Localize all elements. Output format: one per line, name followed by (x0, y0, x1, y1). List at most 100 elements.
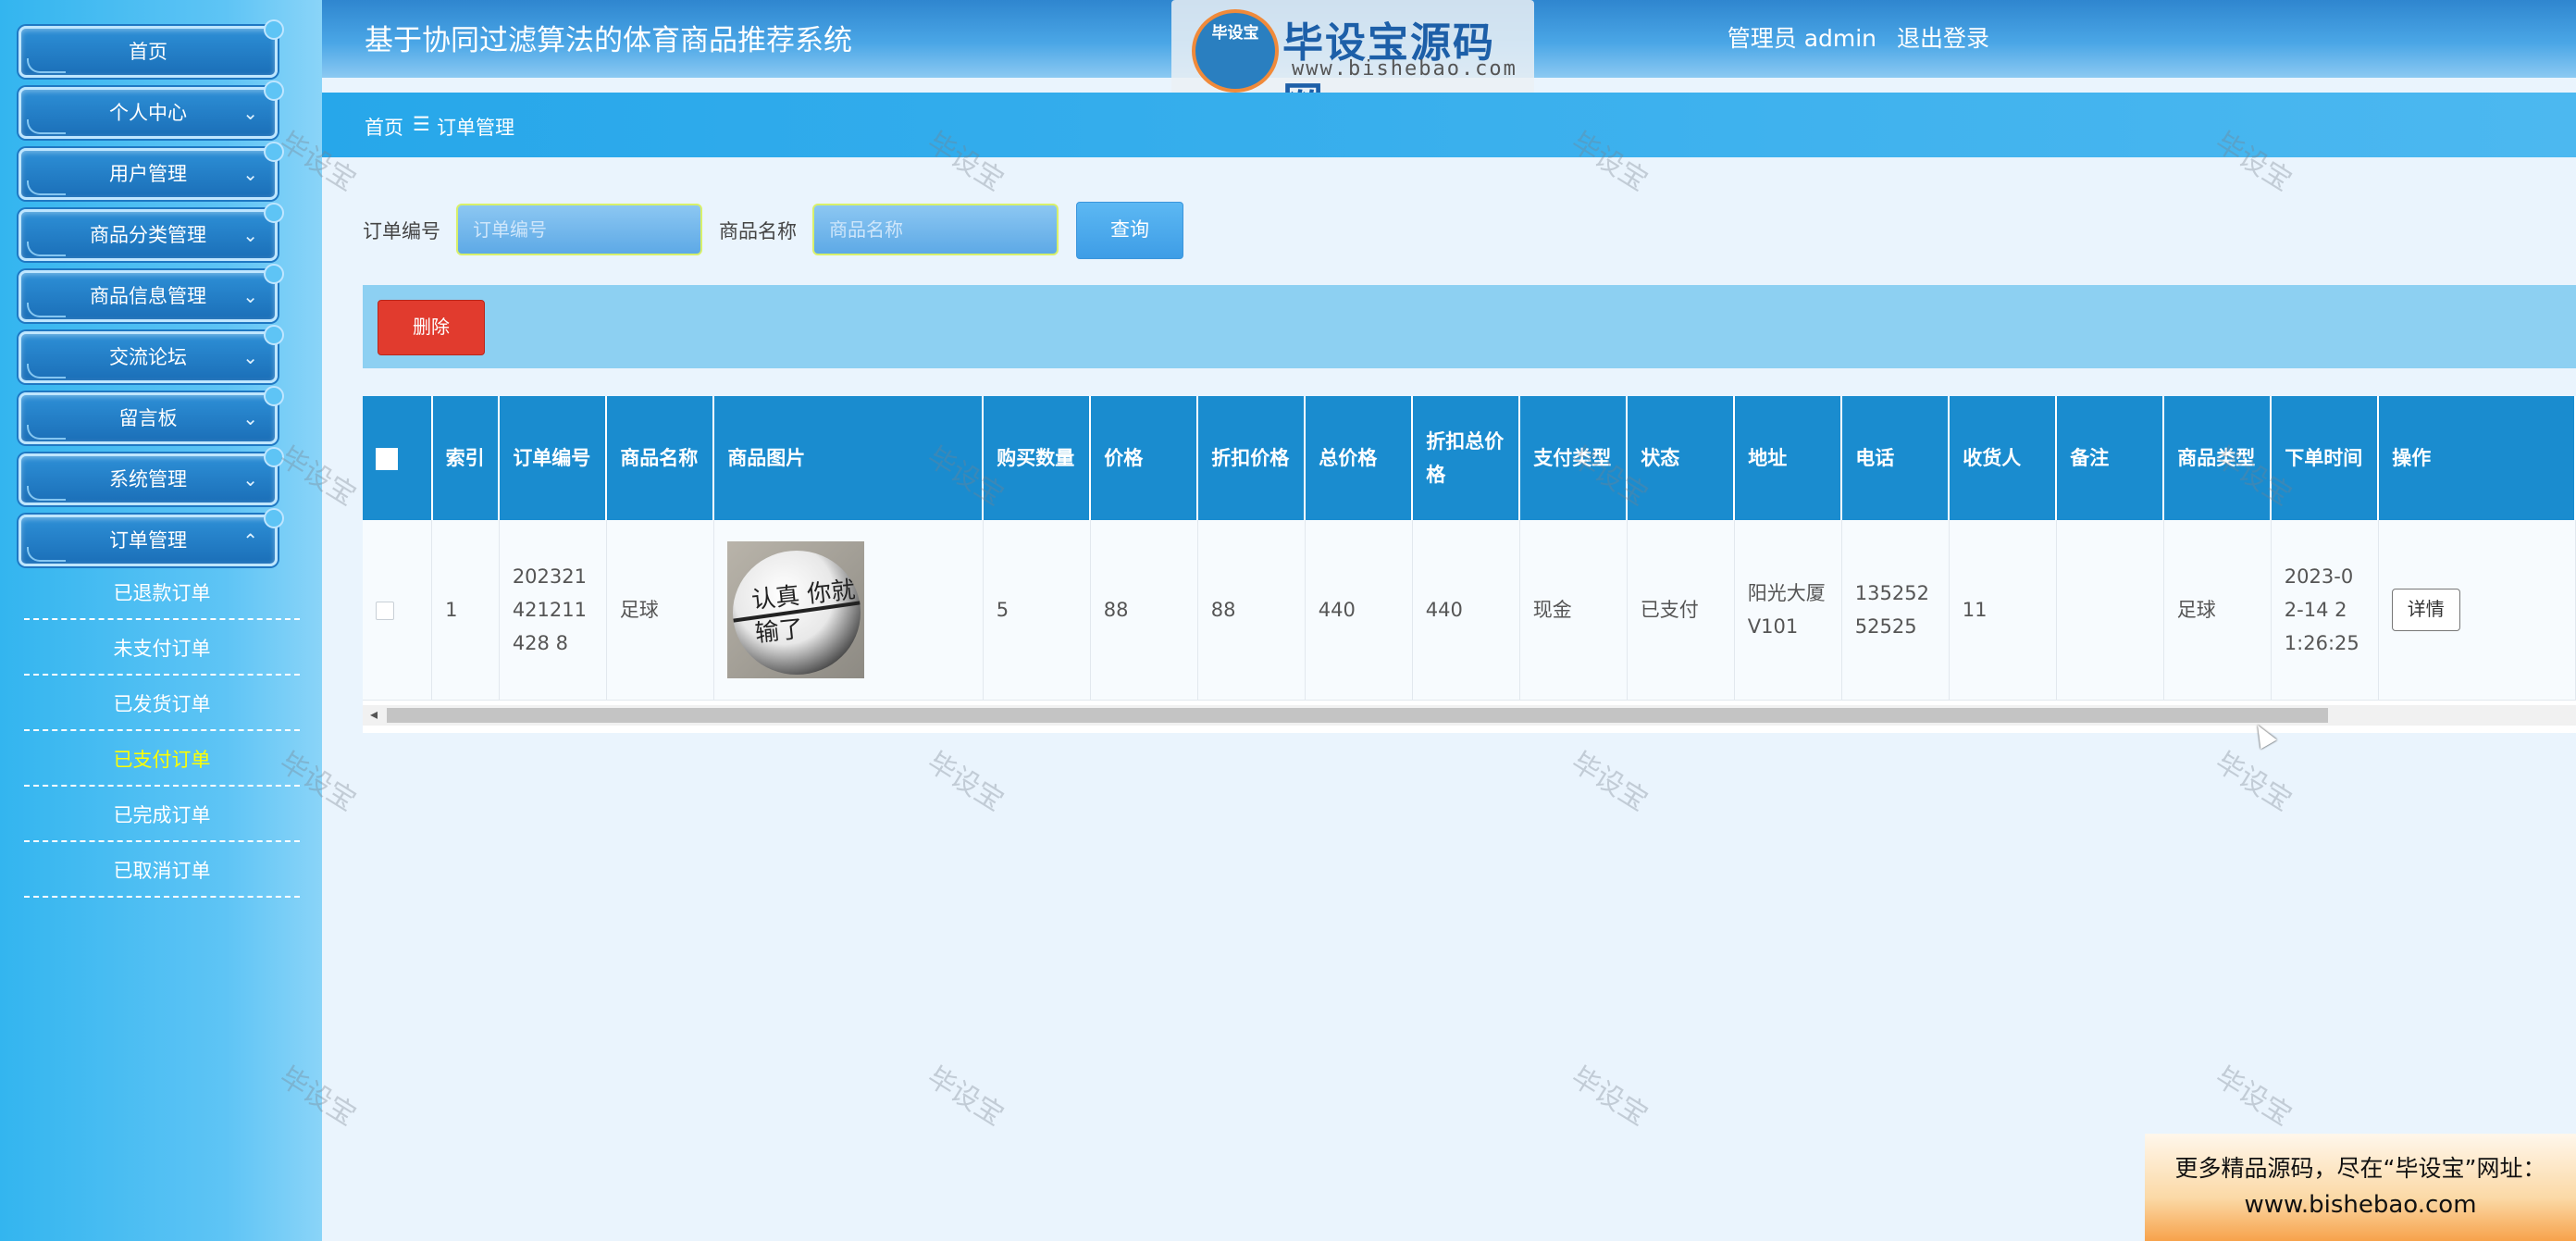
promo-line1: 更多精品源码，尽在“毕设宝”网址： (2174, 1155, 2546, 1182)
chevron-down-icon: ⌄ (242, 407, 258, 429)
user-area: 管理员 admin 退出登录 (1728, 20, 2002, 54)
column-header: 操作 (2378, 396, 2576, 520)
column-header: 总价格 (1305, 396, 1414, 520)
watermark-text: 毕设宝 (1565, 746, 1653, 818)
mascot-logo-icon: 毕设宝 (1192, 9, 1279, 93)
sub-unpaid-orders[interactable]: 未支付订单 (24, 622, 300, 676)
column-header: 商品类型 (2163, 396, 2273, 520)
table-header-row: 索引 订单编号 商品名称 商品图片 购买数量 价格 折扣价格 总价格 折扣总价格… (363, 396, 2576, 520)
site-logo-watermark: 毕设宝 毕设宝源码网 www.bishebao.com (1171, 0, 1534, 126)
cell-phone: 13525252525 (1841, 520, 1950, 701)
system-title: 基于协同过滤算法的体育商品推荐系统 (365, 24, 852, 57)
cell-goods-type: 足球 (2163, 520, 2272, 701)
sub-cancelled-orders[interactable]: 已取消订单 (24, 844, 300, 898)
menu-user-management[interactable]: 用户管理 ⌄ (19, 142, 284, 200)
menu-forum[interactable]: 交流论坛 ⌄ (19, 325, 284, 383)
column-header: 状态 (1627, 396, 1736, 520)
column-header: 下单时间 (2271, 396, 2380, 520)
column-header: 折扣价格 (1197, 396, 1307, 520)
select-all-checkbox[interactable] (376, 448, 398, 470)
order-no-input[interactable] (456, 204, 702, 255)
column-header: 支付类型 (1519, 396, 1629, 520)
sub-completed-orders[interactable]: 已完成订单 (24, 788, 300, 842)
breadcrumb-home[interactable]: 首页 (365, 113, 403, 141)
row-checkbox[interactable] (376, 601, 394, 620)
cell-actions: 详情 (2378, 520, 2576, 701)
cell-discount-price: 88 (1197, 520, 1306, 701)
order-table: 索引 订单编号 商品名称 商品图片 购买数量 价格 折扣价格 总价格 折扣总价格… (363, 396, 2576, 701)
watermark-text: 毕设宝 (2209, 1061, 2297, 1133)
menu-goods-management[interactable]: 商品信息管理 ⌄ (19, 264, 284, 322)
admin-user-label: 管理员 admin (1727, 25, 1877, 52)
sub-refunded-orders[interactable]: 已退款订单 (24, 566, 300, 620)
menu-category-management[interactable]: 商品分类管理 ⌄ (19, 203, 284, 261)
detail-button[interactable]: 详情 (2391, 588, 2460, 631)
cell-goods-image: 认真 你就输了 (713, 520, 984, 701)
breadcrumb-separator-icon: ☰ (413, 113, 430, 135)
watermark-text: 毕设宝 (1565, 1061, 1653, 1133)
menu-order-management[interactable]: 订单管理 ⌃ (19, 508, 284, 566)
cell-index: 1 (431, 520, 500, 701)
cell-goods-name: 足球 (606, 520, 714, 701)
sidebar: 首页 个人中心 ⌄ 用户管理 ⌄ 商品分类管理 ⌄ 商品信息管理 ⌄ 交流论坛 … (0, 0, 322, 1241)
breadcrumb: 首页 ☰ 订单管理 (322, 93, 2576, 157)
scrollbar-thumb[interactable] (387, 708, 2328, 723)
goods-image: 认真 你就输了 (726, 540, 864, 678)
column-header: 购买数量 (983, 396, 1092, 520)
row-select-cell[interactable] (363, 520, 433, 701)
cell-receiver: 11 (1949, 520, 2057, 701)
chevron-down-icon: ⌄ (242, 163, 258, 185)
goods-image-caption: 认真 你就输了 (749, 576, 857, 648)
column-header: 电话 (1841, 396, 1951, 520)
sub-shipped-orders[interactable]: 已发货订单 (24, 677, 300, 731)
breadcrumb-current: 订单管理 (437, 117, 514, 139)
watermark-text: 毕设宝 (921, 746, 1009, 818)
menu-user-management-label: 用户管理 (109, 163, 187, 185)
menu-personal-center[interactable]: 个人中心 ⌄ (19, 81, 284, 139)
column-header: 地址 (1734, 396, 1843, 520)
delete-button[interactable]: 删除 (378, 300, 485, 355)
chevron-down-icon: ⌄ (242, 285, 258, 307)
menu-home-label: 首页 (129, 41, 167, 63)
action-bar: 删除 (363, 285, 2576, 368)
menu-message-board[interactable]: 留言板 ⌄ (19, 386, 284, 444)
menu-system-management-label: 系统管理 (109, 468, 187, 490)
chevron-down-icon: ⌄ (242, 468, 258, 490)
cell-discount-total: 440 (1412, 520, 1520, 701)
cell-status: 已支付 (1627, 520, 1735, 701)
query-button[interactable]: 查询 (1076, 202, 1183, 259)
menu-goods-management-label: 商品信息管理 (90, 285, 206, 307)
cell-order-time: 2023-02-14 21:26:25 (2271, 520, 2379, 701)
goods-name-label: 商品名称 (719, 220, 797, 242)
promo-banner[interactable]: 更多精品源码，尽在“毕设宝”网址： www.bishebao.com (2145, 1134, 2576, 1241)
watermark-text: 毕设宝 (921, 1061, 1009, 1133)
order-table-container: 索引 订单编号 商品名称 商品图片 购买数量 价格 折扣价格 总价格 折扣总价格… (363, 396, 2576, 733)
sub-paid-orders[interactable]: 已支付订单 (24, 733, 300, 787)
menu-personal-center-label: 个人中心 (109, 102, 187, 124)
cell-remark (2056, 520, 2164, 701)
header-select-all[interactable] (363, 396, 433, 520)
cell-address: 阳光大厦V101 (1734, 520, 1842, 701)
column-header: 价格 (1090, 396, 1199, 520)
cell-price: 88 (1090, 520, 1198, 701)
goods-name-input[interactable] (812, 204, 1059, 255)
column-header: 商品名称 (606, 396, 715, 520)
chevron-down-icon: ⌄ (242, 102, 258, 124)
cell-quantity: 5 (983, 520, 1091, 701)
scroll-left-arrow-icon[interactable]: ◂ (370, 705, 378, 723)
column-header: 订单编号 (499, 396, 608, 520)
menu-system-management[interactable]: 系统管理 ⌄ (19, 447, 284, 505)
column-header: 商品图片 (713, 396, 985, 520)
table-horizontal-scrollbar[interactable]: ◂ (363, 705, 2576, 726)
column-header: 收货人 (1949, 396, 2058, 520)
column-header: 索引 (431, 396, 501, 520)
logout-link[interactable]: 退出登录 (1897, 25, 1989, 52)
column-header: 折扣总价格 (1412, 396, 1521, 520)
cell-total: 440 (1305, 520, 1413, 701)
menu-message-board-label: 留言板 (118, 407, 178, 429)
cell-order-no: 202321421211428 8 (499, 520, 607, 701)
chevron-down-icon: ⌄ (242, 346, 258, 368)
promo-url[interactable]: www.bishebao.com (2145, 1191, 2576, 1219)
menu-home[interactable]: 首页 (19, 19, 284, 78)
menu-category-management-label: 商品分类管理 (90, 224, 206, 246)
